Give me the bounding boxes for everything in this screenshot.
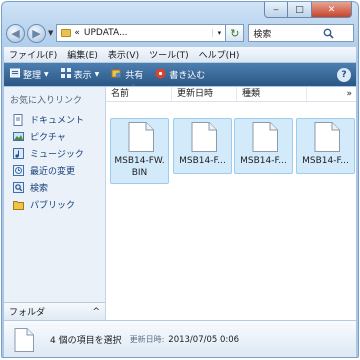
modified-label: 更新日時: [129,335,165,344]
chevron-down-icon: ▼ [94,71,100,78]
public-folder-icon [12,199,24,211]
navigation-pane: お気に入りリンク ドキュメント ピクチャ ミュージック 最近の変更 検索 パブリ… [4,87,106,302]
nav-item-label: ピクチャ [30,133,66,143]
folders-toggle[interactable]: フォルダ ^ [4,302,106,320]
column-headers: ^ 名前 更新日時 種類 » [106,84,356,102]
column-header-type[interactable]: 種類 [237,87,307,101]
views-label: 表示 [73,71,92,81]
file-name: MSB14-F... [240,156,287,166]
nav-item-label: 検索 [30,184,49,194]
document-file-icon [252,122,278,152]
selection-count: 4 個の項目を選択 [50,336,122,346]
file-item[interactable]: MSB14-F... [173,118,232,174]
column-header-date[interactable]: 更新日時 [172,87,237,101]
search-folder-icon [12,182,24,194]
arrow-left-icon: ◀ [11,26,20,40]
file-grid: MSB14-FW. BIN MSB14-F... MSB14-F... MSB1… [106,102,356,321]
menu-bar: ファイル(F) 編集(E) 表示(V) ツール(T) ヘルプ(H) [4,47,356,63]
folders-label: フォルダ [9,308,46,318]
views-button[interactable]: 表示 ▼ [55,63,106,86]
file-item[interactable]: MSB14-F... [296,118,355,174]
address-bar[interactable]: « UPDATA... ▾ [56,24,227,42]
file-item[interactable]: MSB14-FW. BIN [110,118,169,184]
refresh-button[interactable]: ↻ [226,24,245,42]
burn-disc-icon [155,68,166,82]
nav-item-label: パブリック [30,201,76,211]
document-file-icon [314,122,340,152]
sort-indicator-icon: ^ [131,84,137,91]
chevron-up-icon: ^ [92,306,100,317]
organize-icon [10,68,20,81]
share-label: 共有 [125,71,144,81]
menu-edit[interactable]: 編集(E) [62,48,103,61]
search-box[interactable]: 検索 [248,24,354,42]
nav-item-public[interactable]: パブリック [4,196,105,213]
nav-item-recent[interactable]: 最近の変更 [4,162,105,179]
favorite-links-title: お気に入りリンク [10,96,83,106]
chevron-down-icon: ▼ [44,71,49,78]
nav-item-search[interactable]: 検索 [4,179,105,196]
organize-button[interactable]: 整理 ▼ [4,63,55,86]
address-dropdown[interactable]: ▾ [212,29,225,37]
file-name: MSB14-F... [179,156,226,166]
menu-file[interactable]: ファイル(F) [4,48,62,61]
help-icon[interactable]: ? [337,67,351,82]
nav-item-music[interactable]: ミュージック [4,145,105,162]
back-button[interactable]: ◀ [6,23,25,43]
file-name: MSB14-F... [302,156,349,166]
menu-view[interactable]: 表示(V) [103,48,144,61]
music-icon [12,148,24,160]
recent-pages-dropdown[interactable]: ▼ [48,29,53,37]
document-file-icon [128,122,154,152]
file-list-pane: ^ 名前 更新日時 種類 » MSB14-FW. BIN MSB14-F... … [106,84,356,321]
nav-item-pictures[interactable]: ピクチャ [4,128,105,145]
forward-button[interactable]: ▶ [27,23,46,43]
refresh-icon: ↻ [230,26,240,40]
address-row: ◀ ▶ ▼ « UPDATA... ▾ ↻ 検索 [6,21,354,45]
details-pane: 4 個の項目を選択 更新日時: 2013/07/05 0:06 [4,320,356,357]
burn-button[interactable]: 書き込む [149,63,211,86]
organize-label: 整理 [23,71,42,81]
recent-changes-icon [12,165,24,177]
search-input[interactable]: 検索 [253,27,303,40]
nav-item-label: 最近の変更 [30,167,76,177]
file-name: MSB14-FW. BIN [114,156,165,178]
menu-help[interactable]: ヘルプ(H) [194,48,245,61]
nav-item-label: ミュージック [30,150,84,160]
pictures-icon [12,131,24,143]
command-toolbar: 整理 ▼ 表示 ▼ 共有 書き込む ? [4,63,356,86]
maximize-button[interactable]: □ [288,2,312,18]
search-icon[interactable] [303,28,353,39]
folder-icon [61,29,72,37]
breadcrumb-overflow[interactable]: « [74,28,80,38]
share-icon [111,68,122,82]
minimize-button[interactable]: ‒ [264,2,288,18]
arrow-right-icon: ▶ [32,26,41,40]
nav-item-label: ドキュメント [30,116,85,126]
documents-icon [12,113,24,126]
breadcrumb-path[interactable]: UPDATA... [84,28,212,38]
close-button[interactable]: ✕ [312,2,352,18]
file-item[interactable]: MSB14-F... [234,118,293,174]
nav-item-documents[interactable]: ドキュメント [4,111,105,128]
modified-value: 2013/07/05 0:06 [168,334,240,345]
more-columns-icon[interactable]: » [346,87,352,101]
column-header-name[interactable]: 名前 [106,87,172,101]
share-button[interactable]: 共有 [105,63,149,86]
burn-label: 書き込む [169,71,206,81]
document-file-icon [191,122,217,152]
menu-tools[interactable]: ツール(T) [144,48,194,61]
document-file-icon [14,327,34,352]
views-icon [60,68,71,81]
explorer-window: ‒ □ ✕ ◀ ▶ ▼ « UPDATA... ▾ ↻ 検索 ファイル(F) 編… [1,1,359,358]
window-controls: ‒ □ ✕ [264,2,352,19]
